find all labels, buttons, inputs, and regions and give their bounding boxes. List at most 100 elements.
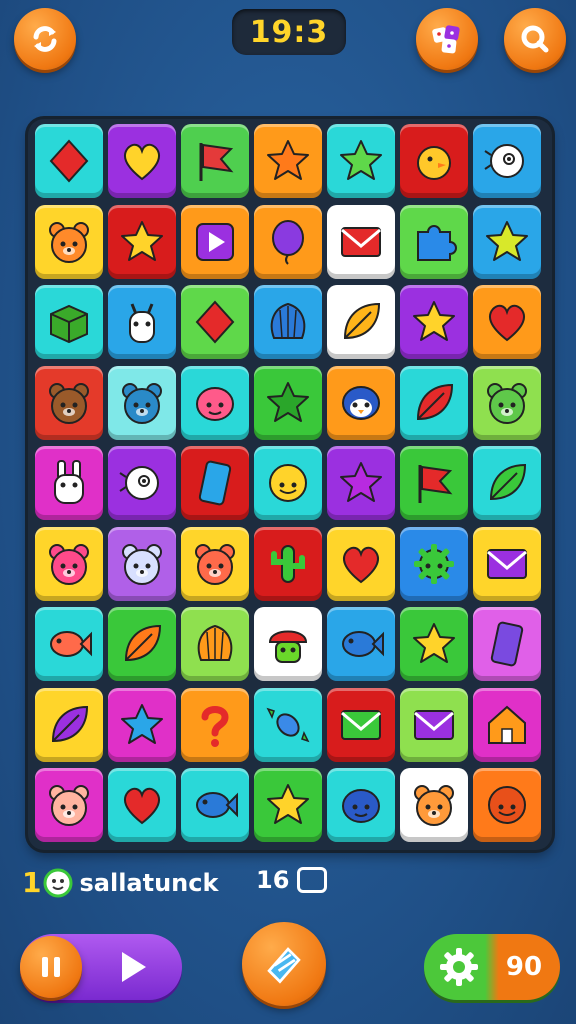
- score-value: 16: [256, 866, 290, 894]
- game-tile[interactable]: [254, 607, 322, 681]
- candy-icon: [266, 707, 310, 742]
- game-tile[interactable]: [400, 526, 468, 601]
- shell-icon: [197, 624, 233, 661]
- game-tile[interactable]: [473, 285, 541, 359]
- score-display: 16: [256, 866, 328, 894]
- game-tile[interactable]: [327, 687, 395, 762]
- game-tile[interactable]: [181, 768, 249, 842]
- game-tile[interactable]: [473, 365, 541, 440]
- game-tile[interactable]: [254, 365, 322, 440]
- game-tile[interactable]: [35, 526, 103, 601]
- game-tile[interactable]: [108, 124, 176, 198]
- game-tile[interactable]: [400, 124, 468, 198]
- game-tile[interactable]: [108, 687, 176, 762]
- refresh-button[interactable]: [14, 8, 76, 70]
- star-icon: [267, 784, 309, 824]
- game-tile[interactable]: [400, 204, 468, 279]
- settings-button[interactable]: [436, 944, 482, 990]
- star-icon: [486, 220, 528, 261]
- bear-icon: [122, 382, 162, 424]
- game-tile[interactable]: [254, 768, 322, 842]
- game-tile[interactable]: [108, 446, 176, 520]
- pause-icon: [42, 957, 60, 977]
- game-tile[interactable]: [108, 365, 176, 440]
- bear-icon: [122, 543, 162, 585]
- play-button[interactable]: [112, 946, 154, 988]
- chick-icon: [417, 146, 451, 180]
- game-tile[interactable]: [35, 204, 103, 279]
- refresh-icon: [33, 26, 57, 52]
- game-tile[interactable]: [473, 446, 541, 520]
- game-tile[interactable]: [181, 446, 249, 520]
- house-icon: [488, 705, 526, 744]
- game-tile[interactable]: [181, 687, 249, 762]
- game-tile[interactable]: [400, 607, 468, 681]
- smiley-icon: [269, 464, 307, 502]
- game-tile[interactable]: [473, 687, 541, 762]
- game-tile[interactable]: [254, 526, 322, 601]
- game-tile[interactable]: [108, 204, 176, 279]
- game-tile[interactable]: [181, 607, 249, 681]
- game-tile[interactable]: [327, 446, 395, 520]
- game-tile[interactable]: [254, 204, 322, 279]
- game-tile[interactable]: [254, 285, 322, 359]
- game-tile[interactable]: [35, 446, 103, 520]
- bear-icon: [49, 382, 89, 424]
- game-tile[interactable]: [35, 768, 103, 842]
- game-tile[interactable]: [181, 204, 249, 279]
- game-tile[interactable]: [327, 607, 395, 681]
- game-tile[interactable]: [327, 124, 395, 198]
- goat-icon: [129, 303, 155, 343]
- shuffle-icon: [267, 947, 301, 984]
- game-tile[interactable]: [181, 285, 249, 359]
- pause-button[interactable]: [20, 936, 82, 998]
- game-tile[interactable]: [400, 687, 468, 762]
- game-tile[interactable]: [473, 124, 541, 198]
- bear-icon: [49, 785, 89, 826]
- flag-icon: [199, 143, 234, 181]
- game-tile[interactable]: [473, 526, 541, 601]
- game-tile[interactable]: [400, 446, 468, 520]
- game-tile[interactable]: [181, 526, 249, 601]
- smiley-icon: [488, 786, 526, 824]
- game-tile[interactable]: [400, 768, 468, 842]
- powerup-button[interactable]: [242, 922, 326, 1006]
- card-icon: [490, 621, 524, 667]
- game-tile[interactable]: [254, 446, 322, 520]
- game-tile[interactable]: [108, 607, 176, 681]
- game-tile[interactable]: [108, 768, 176, 842]
- game-tile[interactable]: [327, 768, 395, 842]
- rabbit-icon: [54, 460, 84, 504]
- game-tile[interactable]: [327, 204, 395, 279]
- fish-icon: [342, 631, 384, 657]
- heart-icon: [124, 143, 160, 181]
- game-tile[interactable]: [400, 285, 468, 359]
- game-tile[interactable]: [327, 365, 395, 440]
- game-tile[interactable]: [327, 285, 395, 359]
- game-tile[interactable]: [473, 607, 541, 681]
- play-icon: [196, 222, 234, 261]
- timer: 19:3: [232, 9, 346, 55]
- game-tile[interactable]: [35, 607, 103, 681]
- game-tile[interactable]: [473, 768, 541, 842]
- game-tile[interactable]: [400, 365, 468, 440]
- game-tile[interactable]: [254, 687, 322, 762]
- game-tile[interactable]: [108, 526, 176, 601]
- game-tile[interactable]: [254, 124, 322, 198]
- game-tile[interactable]: [181, 365, 249, 440]
- star-icon: [121, 220, 163, 261]
- search-button[interactable]: [504, 8, 566, 70]
- game-tile[interactable]: [35, 687, 103, 762]
- leaf-icon: [51, 705, 89, 742]
- bird-icon: [119, 466, 159, 500]
- game-tile[interactable]: [35, 124, 103, 198]
- game-tile[interactable]: [181, 124, 249, 198]
- envelope-icon: [414, 709, 454, 740]
- game-tile[interactable]: [108, 285, 176, 359]
- game-tile[interactable]: [473, 204, 541, 279]
- game-tile[interactable]: [35, 285, 103, 359]
- game-tile[interactable]: [35, 365, 103, 440]
- dice-icon: [432, 25, 460, 54]
- game-tile[interactable]: [327, 526, 395, 601]
- inventory-button[interactable]: [416, 8, 478, 70]
